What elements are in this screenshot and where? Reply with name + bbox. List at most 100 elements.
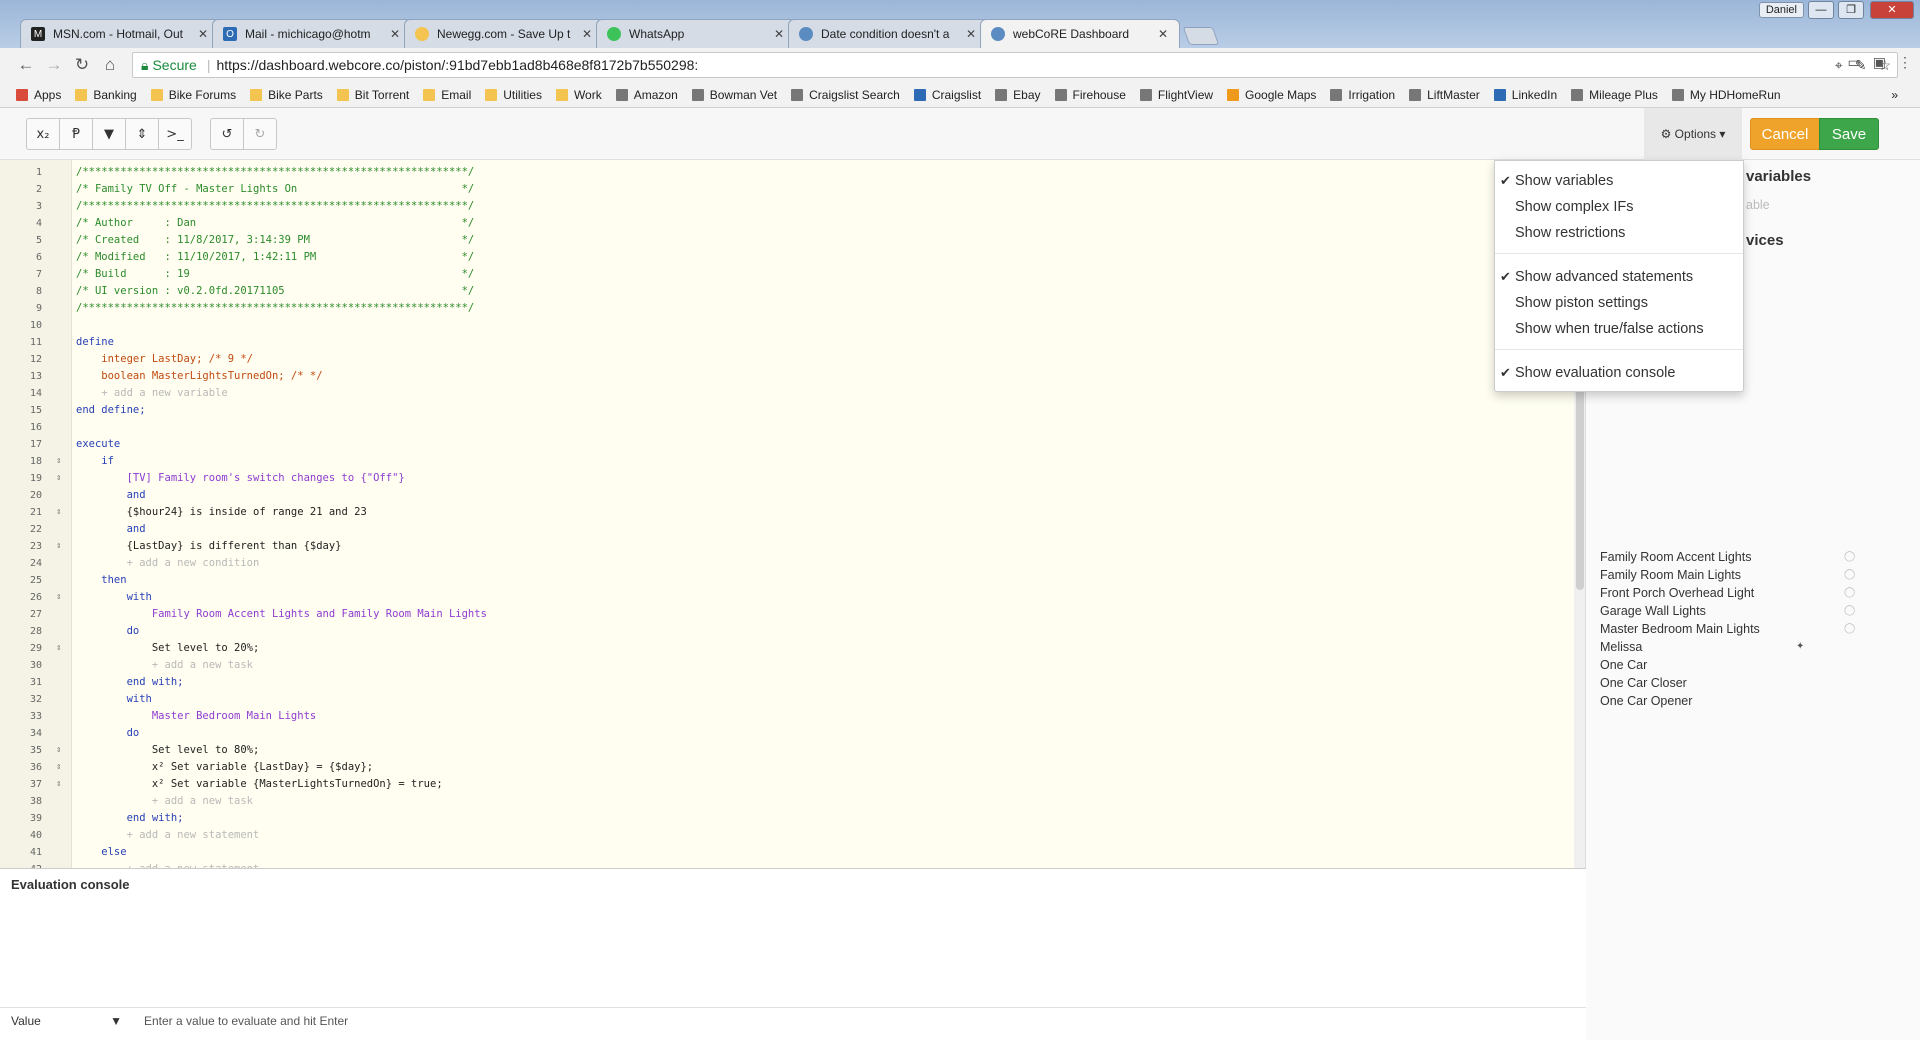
code-line[interactable]: 3 /**************************************… bbox=[0, 198, 1570, 215]
tab-date-condition[interactable]: Date condition doesn't a ✕ bbox=[788, 19, 988, 48]
home-icon[interactable]: ⌂ bbox=[96, 55, 124, 75]
bookmark-item[interactable]: Firehouse bbox=[1054, 88, 1126, 102]
code-line[interactable]: 22 and bbox=[0, 521, 1570, 538]
device-list-item[interactable]: One Car Opener bbox=[1600, 692, 1900, 710]
minimize-button[interactable]: — bbox=[1808, 1, 1834, 19]
device-list-item[interactable]: Family Room Accent Lights ◯ bbox=[1600, 548, 1900, 566]
bookmarks-overflow-button[interactable]: » bbox=[1891, 88, 1898, 102]
bookmark-item[interactable]: Irrigation bbox=[1330, 88, 1395, 102]
code-line[interactable]: 30 + add a new task bbox=[0, 657, 1570, 674]
bookmark-item[interactable]: Bit Torrent bbox=[336, 88, 409, 102]
bookmark-item[interactable]: Utilities bbox=[485, 88, 542, 102]
code-line[interactable]: 6 /* Modified : 11/10/2017, 1:42:11 PM */ bbox=[0, 249, 1570, 266]
maximize-button[interactable]: ❐ bbox=[1838, 1, 1864, 19]
reload-icon[interactable]: ↻ bbox=[68, 55, 96, 75]
back-arrow-icon[interactable]: ← bbox=[12, 55, 40, 75]
code-line[interactable]: 19 ⇕ [TV] Family room's switch changes to… bbox=[0, 470, 1570, 487]
reorder-handle-icon[interactable]: ⇕ bbox=[56, 589, 61, 606]
bookmark-item[interactable]: Mileage Plus bbox=[1571, 88, 1658, 102]
code-line[interactable]: 38 + add a new task bbox=[0, 793, 1570, 810]
code-line[interactable]: 33 Master Bedroom Main Lights bbox=[0, 708, 1570, 725]
bookmark-item[interactable]: Bowman Vet bbox=[691, 88, 777, 102]
reorder-handle-icon[interactable]: ⇕ bbox=[56, 538, 61, 555]
code-line[interactable]: 5 /* Created : 11/8/2017, 3:14:39 PM */ bbox=[0, 232, 1570, 249]
code-line[interactable]: 32 with bbox=[0, 691, 1570, 708]
bookmark-item[interactable]: LinkedIn bbox=[1493, 88, 1557, 102]
close-tab-icon[interactable]: ✕ bbox=[389, 27, 401, 41]
reorder-handle-icon[interactable]: ⇕ bbox=[56, 453, 61, 470]
reorder-handle-icon[interactable]: ⇕ bbox=[56, 742, 61, 759]
code-line[interactable]: 14 + add a new variable bbox=[0, 385, 1570, 402]
device-list-item[interactable]: Front Porch Overhead Light ◯ bbox=[1600, 584, 1900, 602]
code-line[interactable]: 10 bbox=[0, 317, 1570, 334]
tab-webcore-dashboard[interactable]: webCoRE Dashboard ✕ bbox=[980, 19, 1180, 48]
save-button[interactable]: Save bbox=[1819, 118, 1879, 150]
close-window-button[interactable]: ✕ bbox=[1870, 1, 1914, 19]
code-line[interactable]: 7 /* Build : 19 */ bbox=[0, 266, 1570, 283]
bookmark-item[interactable]: LiftMaster bbox=[1409, 88, 1480, 102]
code-line[interactable]: 31 end with; bbox=[0, 674, 1570, 691]
close-tab-icon[interactable]: ✕ bbox=[965, 27, 977, 41]
close-tab-icon[interactable]: ✕ bbox=[197, 27, 209, 41]
bookmark-item[interactable]: Apps bbox=[16, 88, 61, 102]
code-line[interactable]: 34 do bbox=[0, 725, 1570, 742]
reorder-handle-icon[interactable]: ⇕ bbox=[56, 640, 61, 657]
reorder-handle-icon[interactable]: ⇕ bbox=[56, 470, 61, 487]
options-menu-item[interactable]: Show when true/false actions bbox=[1495, 317, 1743, 341]
bookmark-item[interactable]: Bike Parts bbox=[250, 88, 323, 102]
expand-collapse-icon[interactable]: ⇕ bbox=[125, 118, 159, 150]
code-line[interactable]: 35 ⇕ Set level to 80%; bbox=[0, 742, 1570, 759]
menu-kebab-icon[interactable]: ⋮ bbox=[1898, 54, 1912, 71]
bookmark-item[interactable]: Ebay bbox=[995, 88, 1041, 102]
code-line[interactable]: 1 /**************************************… bbox=[0, 164, 1570, 181]
code-line[interactable]: 4 /* Author : Dan */ bbox=[0, 215, 1570, 232]
expression-type-select[interactable]: Value ▼ bbox=[0, 1014, 132, 1028]
code-line[interactable]: 13 boolean MasterLightsTurnedOn; /* */ bbox=[0, 368, 1570, 385]
bookmark-item[interactable]: Craigslist Search bbox=[791, 88, 900, 102]
code-line[interactable]: 26 ⇕ with bbox=[0, 589, 1570, 606]
bookmark-item[interactable]: Work bbox=[555, 88, 602, 102]
code-line[interactable]: 25 then bbox=[0, 572, 1570, 589]
profile-user-button[interactable]: Daniel bbox=[1758, 2, 1804, 18]
reorder-handle-icon[interactable]: ⇕ bbox=[56, 504, 61, 521]
address-input[interactable]: 🔒︎ Secure | https://dashboard.webcore.co… bbox=[132, 52, 1898, 78]
bookmark-item[interactable]: My HDHomeRun bbox=[1671, 88, 1781, 102]
device-list-item[interactable]: Family Room Main Lights ◯ bbox=[1600, 566, 1900, 584]
code-line[interactable]: 41 else bbox=[0, 844, 1570, 861]
tab-msn[interactable]: M MSN.com - Hotmail, Out ✕ bbox=[20, 19, 220, 48]
options-menu-item[interactable]: Show complex IFs bbox=[1495, 195, 1743, 219]
device-list-item[interactable]: Melissa ✦ bbox=[1600, 638, 1900, 656]
tab-whatsapp[interactable]: WhatsApp ✕ bbox=[596, 19, 796, 48]
code-line[interactable]: 21 ⇕ {$hour24} is inside of range 21 and … bbox=[0, 504, 1570, 521]
tab-newegg[interactable]: Newegg.com - Save Up t ✕ bbox=[404, 19, 604, 48]
toggle-complex-ifs-button[interactable]: Ᵽ bbox=[59, 118, 93, 150]
close-tab-icon[interactable]: ✕ bbox=[581, 27, 593, 41]
toggle-variables-button[interactable]: x₂ bbox=[26, 118, 60, 150]
options-menu-item[interactable]: ✔ Show evaluation console bbox=[1495, 361, 1743, 385]
code-line[interactable]: 40 + add a new statement bbox=[0, 827, 1570, 844]
code-line[interactable]: 8 /* UI version : v0.2.0fd.20171105 */ bbox=[0, 283, 1570, 300]
code-line[interactable]: 16 bbox=[0, 419, 1570, 436]
extension-icon[interactable]: ▣ bbox=[1873, 54, 1886, 71]
code-line[interactable]: 20 and bbox=[0, 487, 1570, 504]
bookmark-item[interactable]: FlightView bbox=[1139, 88, 1213, 102]
new-tab-button[interactable] bbox=[1182, 27, 1220, 45]
code-line[interactable]: 28 do bbox=[0, 623, 1570, 640]
tab-mail[interactable]: O Mail - michicago@hotm ✕ bbox=[212, 19, 412, 48]
device-list-item[interactable]: One Car Closer bbox=[1600, 674, 1900, 692]
options-dropdown-button[interactable]: ⚙ Options ▾ bbox=[1644, 108, 1742, 160]
undo-icon[interactable]: ↺ bbox=[210, 118, 244, 150]
filter-icon[interactable]: ▼ bbox=[92, 118, 126, 150]
code-line[interactable]: 42 + add a new statement bbox=[0, 861, 1570, 868]
bookmark-item[interactable]: Craigslist bbox=[913, 88, 981, 102]
code-line[interactable]: 27 Family Room Accent Lights and Family … bbox=[0, 606, 1570, 623]
code-line[interactable]: 39 end with; bbox=[0, 810, 1570, 827]
code-line[interactable]: 17 execute bbox=[0, 436, 1570, 453]
code-line[interactable]: 11 define bbox=[0, 334, 1570, 351]
options-menu-item[interactable]: ✔ Show advanced statements bbox=[1495, 265, 1743, 289]
code-line[interactable]: 9 /**************************************… bbox=[0, 300, 1570, 317]
code-line[interactable]: 12 integer LastDay; /* 9 */ bbox=[0, 351, 1570, 368]
code-line[interactable]: 24 + add a new condition bbox=[0, 555, 1570, 572]
code-line[interactable]: 15 end define; bbox=[0, 402, 1570, 419]
close-tab-icon[interactable]: ✕ bbox=[773, 27, 785, 41]
